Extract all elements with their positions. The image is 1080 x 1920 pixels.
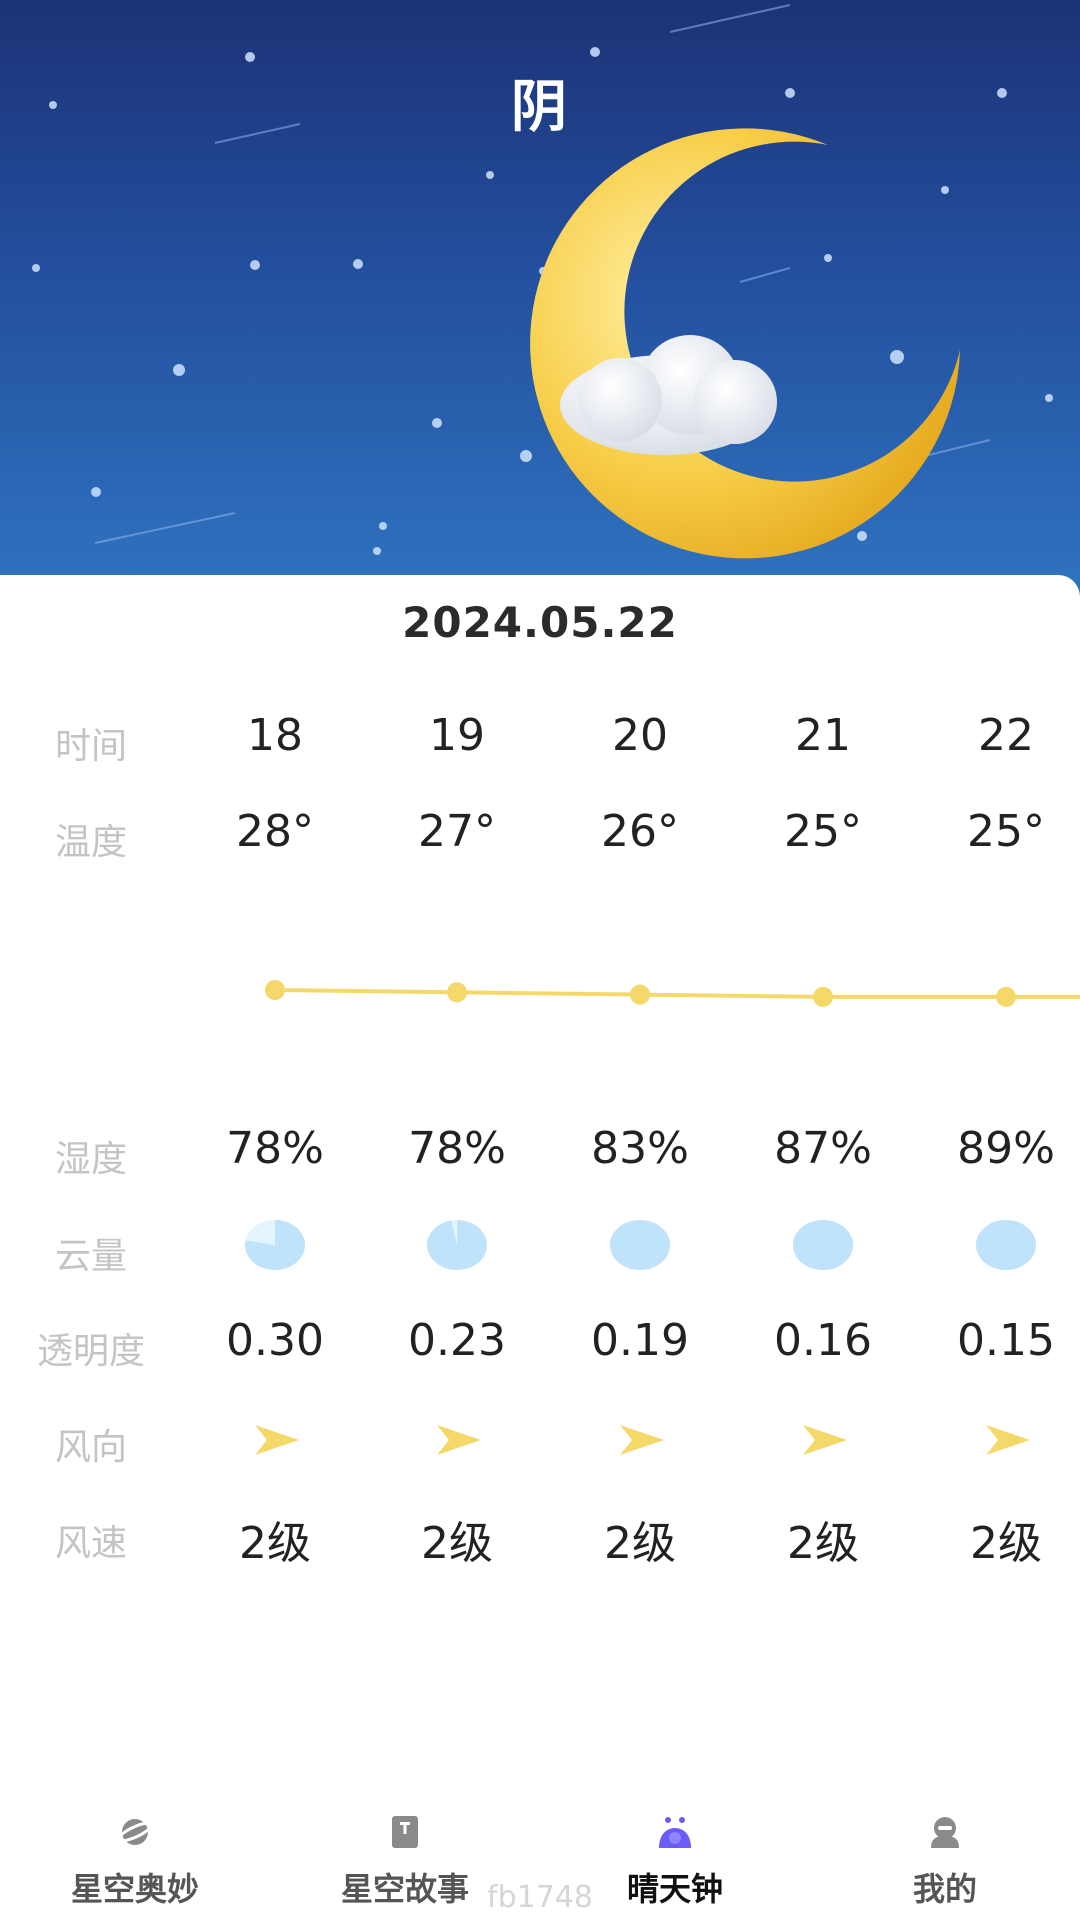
row-label-temperature: 温度 — [54, 822, 127, 863]
cloud-cover-fill — [427, 1220, 487, 1270]
transparency-cell: 0.15 — [957, 1315, 1055, 1366]
row-label-humidity: 湿度 — [54, 1139, 127, 1180]
temperature-cell: 25° — [784, 806, 862, 857]
wind-speed-cell: 2级 — [970, 1518, 1042, 1569]
cloud-cover-pie-icon — [427, 1220, 487, 1270]
transparency-cell: 0.16 — [774, 1315, 872, 1366]
row-label-wind-direction: 风向 — [54, 1427, 127, 1468]
hour-cell: 19 — [429, 710, 485, 761]
weather-condition-title: 阴 — [511, 75, 569, 140]
humidity-cell: 83% — [591, 1123, 689, 1174]
cloud-cover-fill — [610, 1220, 670, 1270]
cloud-cover-pie-icon — [793, 1220, 853, 1270]
row-label-cloud: 云量 — [54, 1236, 127, 1277]
temperature-cell: 27° — [418, 806, 496, 857]
transparency-cell: 0.30 — [226, 1315, 324, 1366]
arrow-right-icon — [620, 1425, 664, 1455]
arrow-right-icon — [255, 1425, 299, 1455]
cloud-cover-fill — [793, 1220, 853, 1270]
arrow-right-icon — [803, 1425, 847, 1455]
moon-illustration — [530, 128, 960, 559]
cloud-cover-fill — [976, 1220, 1036, 1270]
temperature-line — [274, 988, 1080, 999]
wind-speed-cell: 2级 — [239, 1518, 311, 1569]
transparency-cell: 0.19 — [591, 1315, 689, 1366]
temperature-cell: 28° — [236, 806, 314, 857]
watermark-text: fb1748 — [487, 1880, 593, 1915]
humidity-cell: 78% — [408, 1123, 506, 1174]
hour-cell: 18 — [247, 710, 303, 761]
wind-speed-cell: 2级 — [787, 1518, 859, 1569]
temperature-point — [996, 986, 1016, 1007]
book-icon — [392, 1816, 418, 1848]
humidity-cell: 87% — [774, 1123, 872, 1174]
wind-speed-cell: 2级 — [421, 1518, 493, 1569]
profile-icon — [931, 1817, 959, 1848]
temperature-point — [813, 986, 833, 1007]
humidity-cell: 89% — [957, 1123, 1055, 1174]
weather-clock-icon — [659, 1817, 691, 1848]
hour-cell: 21 — [795, 710, 851, 761]
arrow-right-icon — [437, 1425, 481, 1455]
temperature-cell: 26° — [601, 806, 679, 857]
temperature-trend-line — [265, 980, 1080, 1007]
temperature-point — [447, 982, 467, 1003]
temperature-point — [265, 980, 285, 1000]
hour-cell: 22 — [978, 710, 1034, 761]
humidity-cell: 78% — [226, 1123, 324, 1174]
cloud-cover-pie-icon — [976, 1220, 1036, 1270]
temperature-cell: 25° — [967, 806, 1045, 857]
forecast-date: 2024.05.22 — [402, 598, 678, 647]
temperature-point — [630, 984, 650, 1005]
row-label-time: 时间 — [54, 726, 127, 767]
arrow-right-icon — [986, 1425, 1030, 1455]
planet-icon — [117, 1819, 153, 1845]
hour-cell: 20 — [612, 710, 668, 761]
row-label-wind-speed: 风速 — [54, 1523, 127, 1564]
wind-speed-cell: 2级 — [604, 1518, 676, 1569]
transparency-cell: 0.23 — [408, 1315, 506, 1366]
cloud-cover-pie-icon — [610, 1220, 670, 1270]
row-label-transparency: 透明度 — [36, 1331, 145, 1372]
weather-hero: 阴 — [0, 0, 1080, 600]
cloud-cover-pie-icon — [245, 1220, 305, 1270]
